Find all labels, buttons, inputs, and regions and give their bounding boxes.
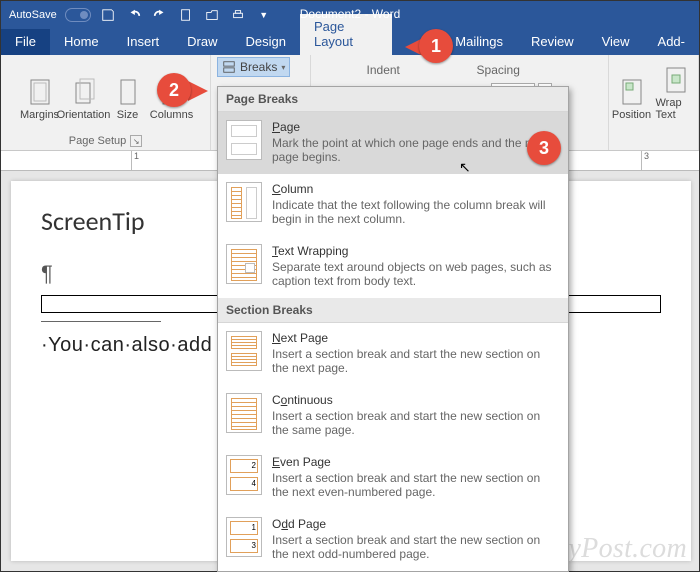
break-page[interactable]: PageMark the point at which one page end… [218, 112, 568, 174]
wrap-text-button[interactable]: Wrap Text [656, 59, 696, 123]
autosave-label: AutoSave [9, 9, 57, 21]
window-title: Document2 - Word [300, 7, 400, 21]
break-even-page[interactable]: 24 Even PageInsert a section break and s… [218, 447, 568, 509]
tab-home[interactable]: Home [50, 29, 113, 55]
group-page-setup: Page Setup [69, 135, 127, 147]
tab-insert[interactable]: Insert [113, 29, 174, 55]
callout-2: 2 [157, 73, 191, 107]
tab-file[interactable]: File [1, 29, 50, 55]
break-odd-page[interactable]: 13 Odd PageInsert a section break and st… [218, 509, 568, 571]
section-breaks-header: Section Breaks [218, 298, 568, 323]
break-next-page[interactable]: Next PageInsert a section break and star… [218, 323, 568, 385]
page-breaks-header: Page Breaks [218, 87, 568, 112]
callout-1: 1 [419, 29, 453, 63]
position-button[interactable]: Position [612, 59, 652, 123]
page-setup-launcher[interactable]: ↘ [130, 135, 142, 147]
odd-page-icon: 13 [226, 517, 262, 557]
chevron-down-icon: ▾ [281, 63, 285, 72]
spacing-label: Spacing [477, 63, 553, 77]
break-column[interactable]: ColumnIndicate that the text following t… [218, 174, 568, 236]
column-break-icon [226, 182, 262, 222]
new-icon[interactable] [177, 6, 195, 24]
redo-icon[interactable] [151, 6, 169, 24]
break-text-wrapping[interactable]: Text WrappingSeparate text around object… [218, 236, 568, 298]
tab-draw[interactable]: Draw [173, 29, 231, 55]
tab-review[interactable]: Review [517, 29, 588, 55]
tab-addins[interactable]: Add- [644, 29, 699, 55]
undo-icon[interactable] [125, 6, 143, 24]
next-page-icon [226, 331, 262, 371]
continuous-icon [226, 393, 262, 433]
save-icon[interactable] [99, 6, 117, 24]
open-icon[interactable] [203, 6, 221, 24]
autosave-toggle[interactable] [65, 8, 91, 22]
tab-design[interactable]: Design [232, 29, 300, 55]
margins-button[interactable]: Margins [20, 59, 60, 123]
qat-more-icon[interactable]: ▼ [255, 6, 273, 24]
tab-view[interactable]: View [588, 29, 644, 55]
print-icon[interactable] [229, 6, 247, 24]
breaks-button[interactable]: Breaks▾ [217, 57, 290, 77]
size-button[interactable]: Size [108, 59, 148, 123]
orientation-button[interactable]: Orientation [64, 59, 104, 123]
text-wrapping-icon [226, 244, 262, 284]
cursor-icon: ↖ [459, 159, 471, 176]
footnote-line [41, 321, 161, 322]
page-break-icon [226, 120, 262, 160]
indent-label: Indent [367, 63, 467, 77]
breaks-dropdown: Page Breaks PageMark the point at which … [217, 86, 569, 572]
even-page-icon: 24 [226, 455, 262, 495]
break-continuous[interactable]: ContinuousInsert a section break and sta… [218, 385, 568, 447]
ribbon-tabs: File Home Insert Draw Design Page Layout… [1, 29, 699, 55]
callout-3: 3 [527, 131, 561, 165]
